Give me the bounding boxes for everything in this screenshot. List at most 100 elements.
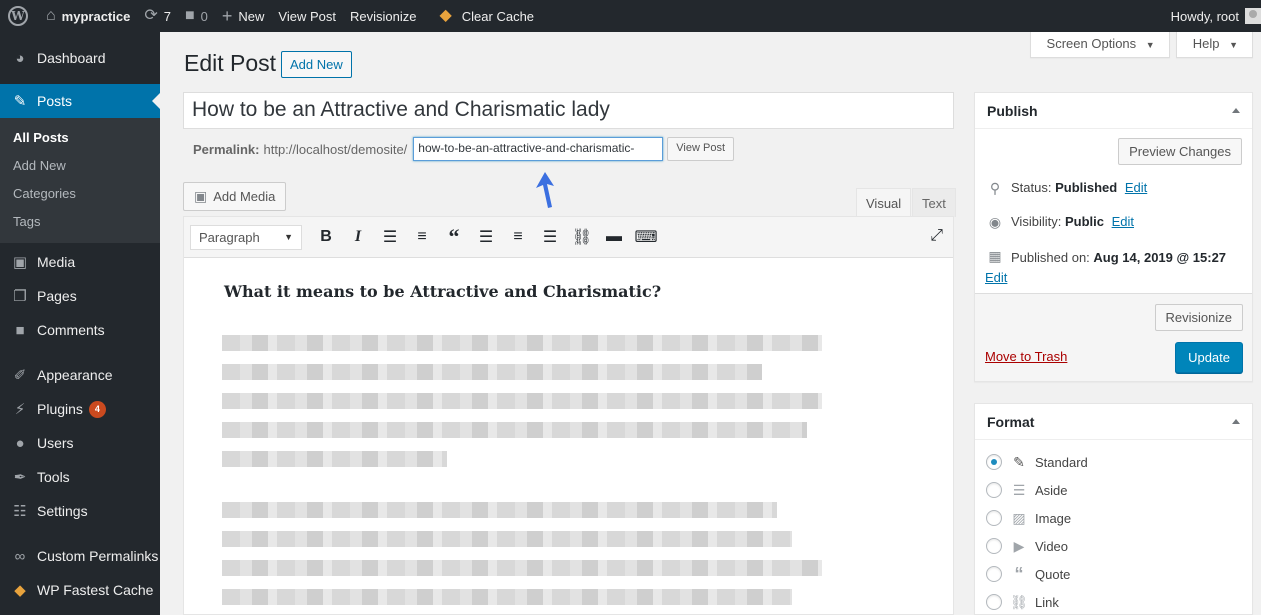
fullscreen-icon[interactable]: ⤢ bbox=[930, 227, 943, 245]
italic-button[interactable]: I bbox=[342, 222, 374, 252]
format-option-link[interactable]: ⛓ Link bbox=[975, 588, 1252, 615]
post-title-input[interactable]: How to be an Attractive and Charismatic … bbox=[183, 92, 954, 129]
blockquote-button[interactable]: “ bbox=[438, 222, 470, 252]
editor-content[interactable]: What it means to be Attractive and Chari… bbox=[184, 258, 953, 615]
read-more-button[interactable]: ▬ bbox=[598, 222, 630, 252]
comments-count: 0 bbox=[200, 8, 208, 24]
view-post-link[interactable]: View Post bbox=[271, 0, 343, 32]
sidebar-item-appearance[interactable]: ✐ Appearance bbox=[0, 358, 160, 392]
comments-menu[interactable]: ■ 0 bbox=[178, 0, 215, 32]
updates-count: 7 bbox=[163, 8, 171, 24]
revisionize-menu[interactable]: Revisionize bbox=[343, 0, 423, 32]
collapse-arrow-icon[interactable] bbox=[1232, 419, 1240, 424]
preview-changes-button[interactable]: Preview Changes bbox=[1118, 138, 1242, 165]
submenu-item-all-posts[interactable]: All Posts bbox=[0, 124, 160, 152]
numbered-list-button[interactable]: ≡ bbox=[406, 222, 438, 252]
toolbar-toggle-button[interactable]: ⌨ bbox=[630, 222, 662, 252]
format-radio-quote[interactable] bbox=[986, 566, 1002, 582]
collapse-arrow-icon[interactable] bbox=[1232, 108, 1240, 113]
update-button[interactable]: Update bbox=[1175, 342, 1243, 373]
sidebar-item-posts[interactable]: ✎ Posts bbox=[0, 84, 160, 118]
format-radio-video[interactable] bbox=[986, 538, 1002, 554]
eye-icon: ◉ bbox=[988, 214, 1002, 230]
sidebar-item-tools[interactable]: ✒ Tools bbox=[0, 460, 160, 494]
bulleted-list-button[interactable]: ☰ bbox=[374, 222, 406, 252]
link-icon: ⛓ bbox=[1010, 593, 1028, 610]
cheetah-icon: ◆ bbox=[14, 582, 26, 599]
sidebar-item-dashboard[interactable]: ◕ Dashboard bbox=[0, 41, 160, 75]
add-new-button[interactable]: Add New bbox=[281, 51, 352, 78]
permalink-row: Permalink: http://localhost/demosite/ ho… bbox=[193, 137, 735, 161]
visibility-row: ◉ Visibility: Public Edit bbox=[985, 214, 1134, 231]
format-option-aside[interactable]: ☰ Aside bbox=[975, 476, 1252, 504]
my-account-menu[interactable]: Howdy, root bbox=[1164, 0, 1261, 32]
revisionize-button[interactable]: Revisionize bbox=[1154, 304, 1243, 331]
post-editor: Paragraph ▼ B I ☰ ≡ “ ☰ ≡ ☰ ⛓ ▬ ⌨ ⤢ What… bbox=[183, 216, 954, 615]
screen-options-tab[interactable]: Screen Options ▼ bbox=[1029, 32, 1170, 58]
visibility-label: Visibility: bbox=[1011, 214, 1062, 229]
align-center-button[interactable]: ≡ bbox=[502, 222, 534, 252]
align-right-button[interactable]: ☰ bbox=[534, 222, 566, 252]
format-radio-image[interactable] bbox=[986, 510, 1002, 526]
new-content-menu[interactable]: + New bbox=[215, 0, 272, 32]
edit-date-link[interactable]: Edit bbox=[985, 270, 1007, 285]
wp-logo-menu[interactable]: W bbox=[0, 0, 39, 32]
sidebar-item-custom-permalinks[interactable]: ∞ Custom Permalinks bbox=[0, 539, 160, 573]
move-to-trash-link[interactable]: Move to Trash bbox=[985, 349, 1067, 364]
site-name-menu[interactable]: ⌂ mypractice bbox=[39, 0, 137, 32]
format-select[interactable]: Paragraph ▼ bbox=[190, 224, 302, 250]
permalink-base-url: http://localhost/demosite/ bbox=[263, 141, 408, 157]
sidebar-item-label: Plugins bbox=[37, 401, 83, 417]
plugins-update-badge: 4 bbox=[88, 400, 106, 418]
help-tab[interactable]: Help ▼ bbox=[1175, 32, 1253, 58]
sidebar-item-label: Appearance bbox=[37, 367, 113, 383]
view-post-label: View Post bbox=[278, 8, 336, 24]
blurred-paragraph bbox=[222, 335, 913, 467]
dashboard-gauge-icon: ◕ bbox=[15, 49, 25, 67]
format-radio-link[interactable] bbox=[986, 594, 1002, 610]
format-box-header[interactable]: Format bbox=[975, 404, 1252, 440]
tab-text[interactable]: Text bbox=[912, 188, 956, 217]
insert-link-button[interactable]: ⛓ bbox=[566, 222, 598, 252]
users-icon: ● bbox=[15, 434, 25, 452]
sidebar-item-comments[interactable]: ■ Comments bbox=[0, 313, 160, 347]
format-radio-aside[interactable] bbox=[986, 482, 1002, 498]
sidebar-item-plugins[interactable]: ⚡ Plugins 4 bbox=[0, 392, 160, 426]
submenu-item-tags[interactable]: Tags bbox=[0, 208, 160, 236]
tab-visual[interactable]: Visual bbox=[856, 188, 912, 217]
publish-box: Publish Preview Changes ⚲ Status: Publis… bbox=[974, 92, 1253, 382]
status-label: Status: bbox=[1011, 180, 1052, 195]
new-label: New bbox=[238, 8, 265, 24]
format-option-label: Image bbox=[1035, 510, 1072, 526]
submenu-item-categories[interactable]: Categories bbox=[0, 180, 160, 208]
media-icon: ▣ bbox=[12, 254, 28, 271]
sidebar-item-settings[interactable]: ☷ Settings bbox=[0, 494, 160, 528]
sidebar-item-wp-fastest-cache[interactable]: ◆ WP Fastest Cache bbox=[0, 573, 160, 607]
format-option-standard[interactable]: ✎ Standard bbox=[975, 448, 1252, 476]
bold-button[interactable]: B bbox=[310, 222, 342, 252]
format-option-video[interactable]: ▶ Video bbox=[975, 532, 1252, 560]
settings-sliders-icon: ☷ bbox=[13, 503, 27, 520]
submenu-item-add-new[interactable]: Add New bbox=[0, 152, 160, 180]
edit-visibility-link[interactable]: Edit bbox=[1112, 214, 1134, 229]
sidebar-item-users[interactable]: ● Users bbox=[0, 426, 160, 460]
caret-down-icon: ▼ bbox=[1229, 40, 1238, 50]
align-left-button[interactable]: ☰ bbox=[470, 222, 502, 252]
updates-menu[interactable]: ⟳ 7 bbox=[137, 0, 178, 32]
format-radio-standard[interactable] bbox=[986, 454, 1002, 470]
format-option-image[interactable]: ▨ Image bbox=[975, 504, 1252, 532]
published-on-row: ▦ Published on: Aug 14, 2019 @ 15:27 Edi… bbox=[985, 248, 1245, 288]
sidebar-item-pages[interactable]: ❐ Pages bbox=[0, 279, 160, 313]
edit-status-link[interactable]: Edit bbox=[1125, 180, 1147, 195]
view-post-button[interactable]: View Post bbox=[667, 137, 735, 161]
sidebar-item-media[interactable]: ▣ Media bbox=[0, 245, 160, 279]
content-heading: What it means to be Attractive and Chari… bbox=[224, 282, 662, 301]
annotation-arrow-icon bbox=[536, 172, 554, 208]
wordpress-logo-icon: W bbox=[8, 6, 28, 26]
publish-box-header[interactable]: Publish bbox=[975, 93, 1252, 129]
add-media-button[interactable]: ▣ Add Media bbox=[183, 182, 287, 211]
format-option-quote[interactable]: “ Quote bbox=[975, 560, 1252, 588]
clear-cache-menu[interactable]: ◆ Clear Cache bbox=[423, 0, 541, 32]
home-icon: ⌂ bbox=[46, 7, 56, 24]
permalink-slug-input[interactable]: how-to-be-an-attractive-and-charismatic- bbox=[413, 137, 664, 161]
